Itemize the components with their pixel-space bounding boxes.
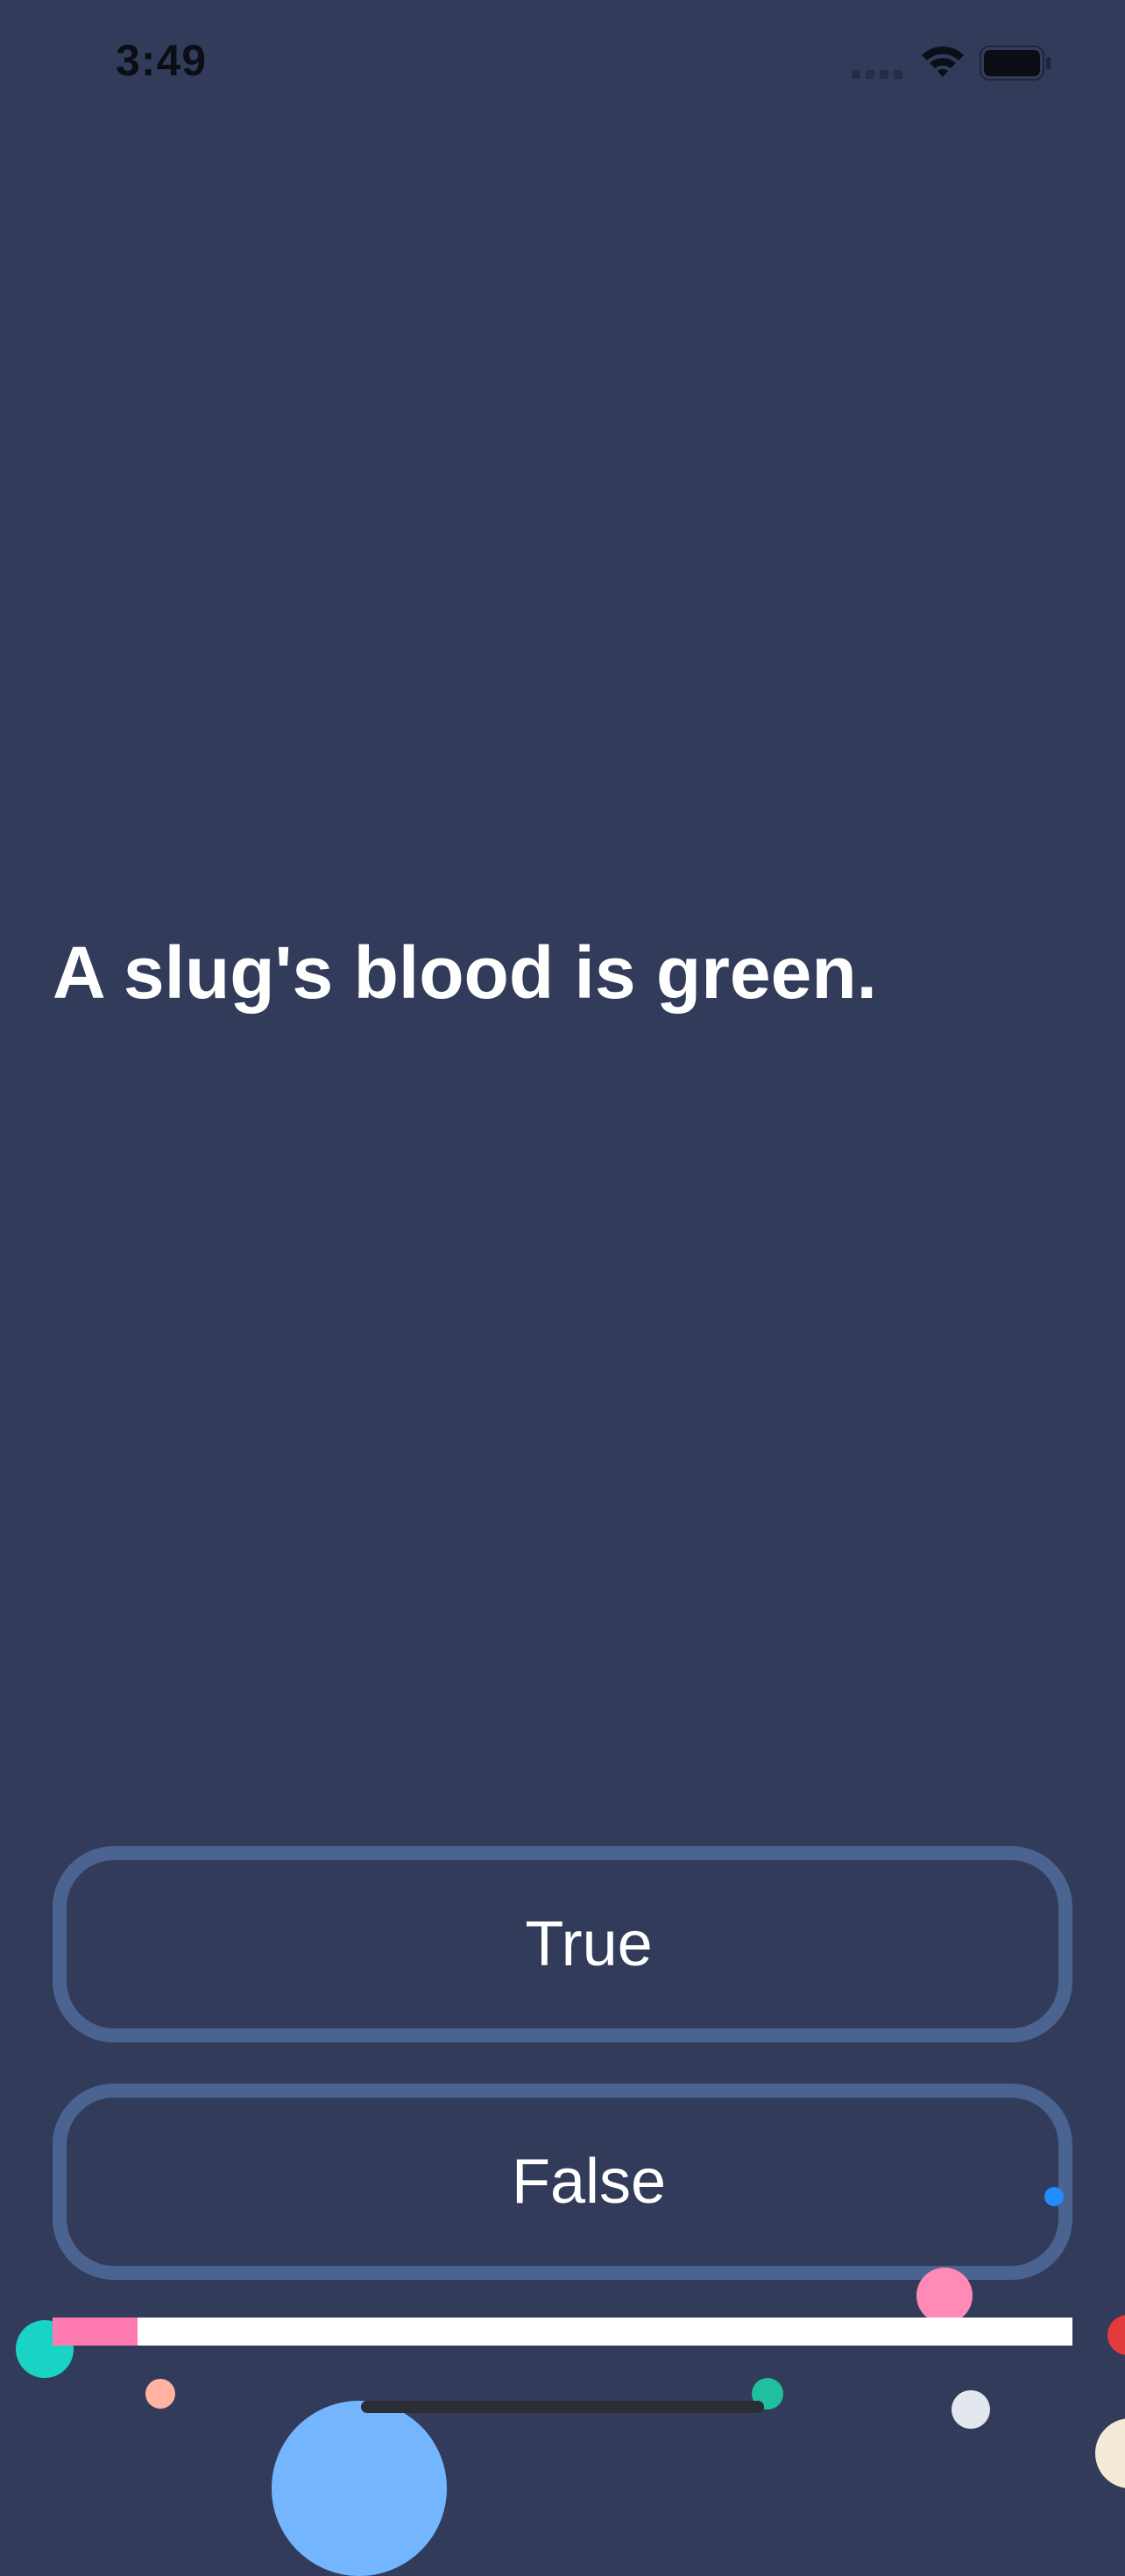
quiz-progress-fill bbox=[53, 2318, 138, 2346]
status-time: 3:49 bbox=[116, 36, 208, 85]
wifi-icon bbox=[920, 44, 966, 79]
confetti-dot bbox=[916, 2268, 973, 2324]
home-indicator bbox=[361, 2401, 764, 2413]
confetti-dot bbox=[1107, 2315, 1125, 2355]
confetti-dot bbox=[145, 2379, 175, 2409]
cellular-signal-icon bbox=[852, 70, 904, 79]
false-button[interactable]: False bbox=[53, 2084, 1072, 2280]
true-button[interactable]: True bbox=[53, 1846, 1072, 2042]
question-text: A slug's blood is green. bbox=[53, 931, 877, 1014]
confetti-dot bbox=[272, 2401, 447, 2576]
confetti-dot bbox=[952, 2390, 990, 2429]
quiz-progress-bar bbox=[53, 2318, 1072, 2346]
confetti-dot bbox=[1095, 2418, 1125, 2488]
confetti-dot bbox=[1044, 2187, 1064, 2206]
battery-icon bbox=[980, 46, 1051, 81]
